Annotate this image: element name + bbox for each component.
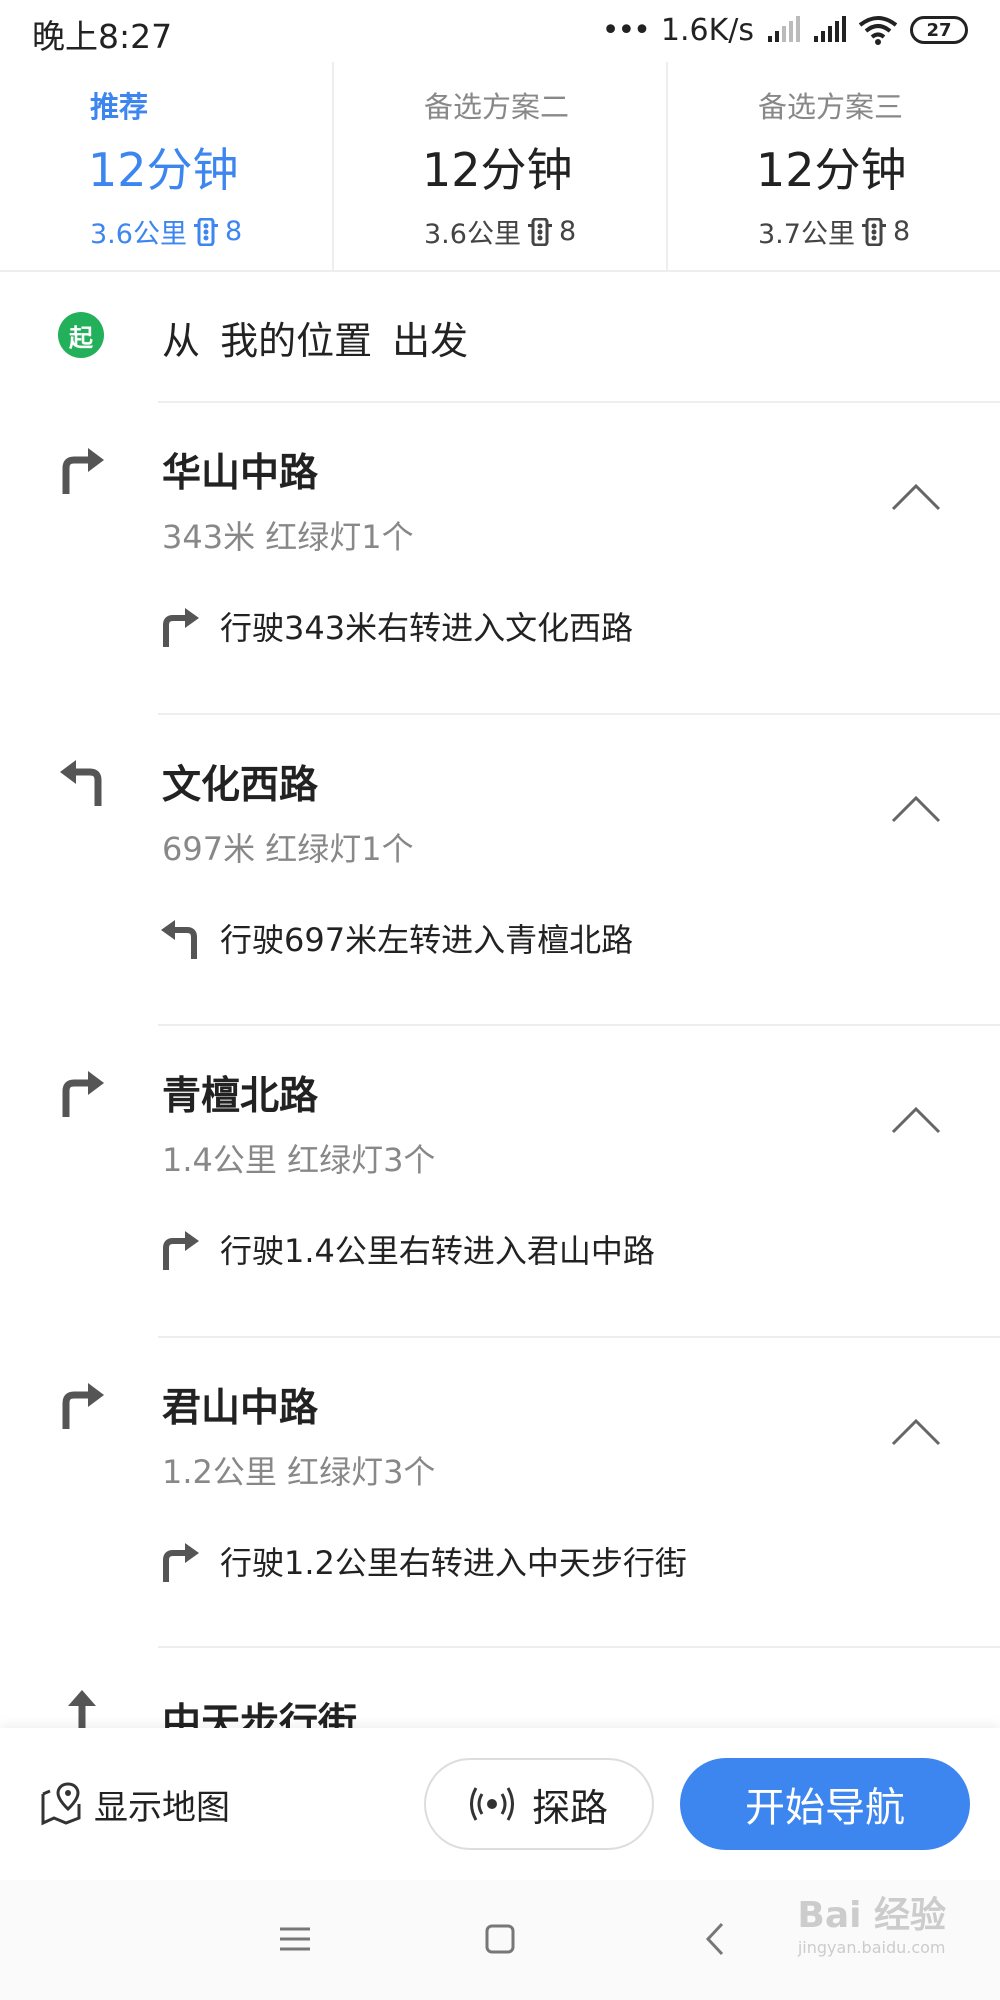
route-label: 备选方案三 (758, 90, 904, 124)
route-step[interactable]: 华山中路 343米 红绿灯1个 行驶343米右转进入文化西路 (0, 402, 1000, 714)
route-lights: 8 (892, 216, 911, 247)
step-summary: 343米 红绿灯1个 (162, 518, 414, 556)
map-pin-icon (41, 1782, 81, 1826)
route-time: 12分钟 (756, 143, 907, 197)
route-lights: 8 (224, 216, 243, 247)
net-speed: 1.6K/s (660, 12, 754, 48)
show-map-label: 显示地图 (94, 1787, 230, 1828)
start-navigation-button[interactable]: 开始导航 (680, 1758, 970, 1850)
home-icon[interactable] (475, 1914, 525, 1964)
traffic-light-icon (861, 217, 886, 246)
menu-icon[interactable] (270, 1914, 320, 1964)
route-distance: 3.6公里 (90, 219, 187, 250)
turn-right-icon (62, 1383, 104, 1429)
route-meta: 3.6公里 8 (424, 212, 576, 251)
watermark-sub: jingyan.baidu.com (797, 1938, 946, 1957)
step-summary: 1.4公里 红绿灯3个 (162, 1141, 436, 1179)
chevron-up-icon[interactable] (890, 1103, 942, 1135)
turn-right-icon (62, 448, 104, 494)
step-summary: 697米 红绿灯1个 (162, 830, 414, 868)
turn-right-icon (163, 1543, 199, 1582)
route-tab-recommended[interactable]: 推荐 12分钟 3.6公里 8 (0, 62, 332, 270)
baidu-watermark: Bai 经验 jingyan.baidu.com (797, 1898, 946, 1956)
step-instruction: 行驶697米左转进入青檀北路 (220, 921, 634, 959)
route-tab-alt-3[interactable]: 备选方案三 12分钟 3.7公里 8 (666, 62, 1000, 270)
chevron-up-icon[interactable] (890, 480, 942, 512)
turn-right-icon (62, 1071, 104, 1117)
route-step[interactable]: 青檀北路 1.4公里 红绿灯3个 行驶1.4公里右转进入君山中路 (0, 1025, 1000, 1337)
back-icon[interactable] (690, 1914, 740, 1964)
turn-left-icon (161, 920, 197, 959)
action-bar: 显示地图 探路 开始导航 (0, 1728, 1000, 1880)
chevron-up-icon[interactable] (890, 1415, 942, 1447)
step-detail: 行驶1.2公里右转进入中天步行街 (158, 1535, 687, 1587)
route-time: 12分钟 (422, 143, 573, 197)
system-nav-bar: Bai 经验 jingyan.baidu.com (0, 1880, 1000, 2000)
start-location-row: 起 从 我的位置 出发 (0, 272, 1000, 402)
route-label: 备选方案二 (424, 90, 570, 124)
step-road: 君山中路 (162, 1386, 319, 1431)
chevron-up-icon[interactable] (890, 792, 942, 824)
route-label: 推荐 (90, 90, 149, 124)
step-road: 青檀北路 (162, 1074, 319, 1119)
traffic-light-icon (527, 217, 552, 246)
show-map-button[interactable]: 显示地图 (40, 1776, 230, 1832)
step-summary: 1.2公里 红绿灯3个 (162, 1453, 436, 1491)
turn-right-icon (163, 608, 199, 647)
route-tab-alt-2[interactable]: 备选方案二 12分钟 3.6公里 8 (332, 62, 666, 270)
start-badge: 起 (58, 312, 104, 358)
step-instruction: 行驶1.2公里右转进入中天步行街 (220, 1544, 687, 1582)
straight-icon (68, 1690, 96, 1730)
battery-icon: 27 (910, 16, 968, 44)
wifi-icon (858, 16, 898, 45)
route-lights: 8 (558, 216, 577, 247)
step-detail: 行驶343米右转进入文化西路 (158, 600, 633, 652)
step-detail: 行驶697米左转进入青檀北路 (158, 912, 633, 964)
route-step[interactable]: 君山中路 1.2公里 红绿灯3个 行驶1.2公里右转进入中天步行街 (0, 1337, 1000, 1649)
watermark-main: Bai 经验 (797, 1895, 946, 1936)
status-icons: ••• 1.6K/s 27 (602, 12, 968, 48)
step-road: 华山中路 (162, 451, 319, 496)
traffic-light-icon (193, 217, 218, 246)
divider (158, 1646, 1000, 1648)
route-time: 12分钟 (88, 143, 239, 197)
route-step[interactable]: 文化西路 697米 红绿灯1个 行驶697米左转进入青檀北路 (0, 714, 1000, 1026)
radar-icon (469, 1787, 514, 1821)
explore-route-button[interactable]: 探路 (424, 1758, 654, 1850)
step-road: 文化西路 (162, 763, 319, 808)
route-step-partial[interactable]: 中天步行街 (0, 1650, 1000, 1730)
step-road: 中天步行街 (162, 1701, 358, 1730)
explore-label: 探路 (531, 1785, 608, 1830)
turn-left-icon (60, 760, 102, 806)
signal-icon-2 (814, 16, 846, 42)
signal-icon (768, 16, 800, 42)
step-detail: 行驶1.4公里右转进入君山中路 (158, 1223, 655, 1275)
step-instruction: 行驶1.4公里右转进入君山中路 (220, 1232, 655, 1270)
route-meta: 3.6公里 8 (90, 212, 242, 251)
route-distance: 3.7公里 (758, 219, 855, 250)
route-distance: 3.6公里 (424, 219, 521, 250)
route-options: 推荐 12分钟 3.6公里 8 备选方案二 12分钟 3.6公里 8 备选方案三… (0, 62, 1000, 272)
more-dots-icon: ••• (601, 12, 651, 48)
step-instruction: 行驶343米右转进入文化西路 (220, 609, 634, 647)
route-meta: 3.7公里 8 (758, 212, 910, 251)
start-text: 从 我的位置 出发 (162, 319, 469, 363)
turn-right-icon (163, 1231, 199, 1270)
status-time: 晚上8:27 (32, 17, 173, 56)
status-bar: 晚上8:27 ••• 1.6K/s 27 (0, 0, 1000, 62)
